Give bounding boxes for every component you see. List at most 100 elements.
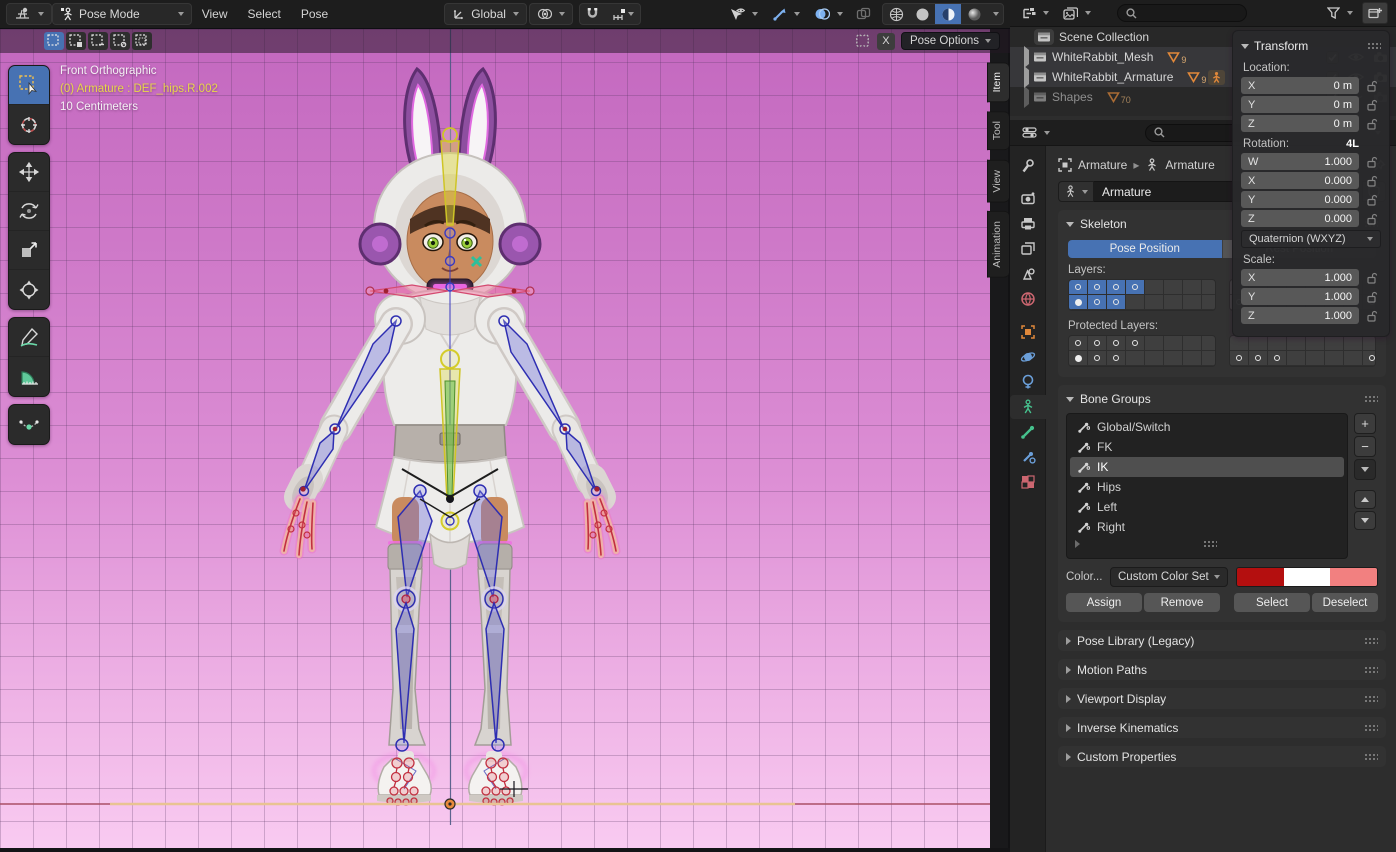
outliner-filter-id-button[interactable]: [1059, 2, 1095, 24]
menu-pose[interactable]: Pose: [291, 3, 338, 25]
layer-toggle[interactable]: [1145, 336, 1164, 351]
rotate-tool[interactable]: [9, 192, 49, 231]
rotation-y-field[interactable]: Y0.000: [1241, 191, 1359, 208]
rendered-shading-button[interactable]: [961, 3, 987, 25]
select-mode-extend[interactable]: [66, 32, 86, 50]
layer-toggle[interactable]: [1107, 336, 1126, 351]
layer-toggle[interactable]: [1230, 351, 1249, 366]
select-button[interactable]: Select: [1234, 593, 1310, 612]
lock-icon[interactable]: [1366, 118, 1378, 130]
scale-x-field[interactable]: X1.000: [1241, 269, 1359, 286]
collapsed-panel[interactable]: Motion Paths: [1058, 659, 1386, 680]
xray-toggle[interactable]: [850, 3, 876, 25]
new-collection-button[interactable]: [1362, 2, 1388, 24]
breadcrumb-object[interactable]: Armature: [1078, 158, 1127, 172]
collapsed-panel[interactable]: Viewport Display: [1058, 688, 1386, 709]
normal-color-swatch[interactable]: [1237, 568, 1284, 586]
disclosure-triangle-icon[interactable]: [1024, 70, 1029, 84]
sidebar-tab-tool[interactable]: Tool: [987, 111, 1009, 150]
layer-toggle[interactable]: [1325, 336, 1344, 351]
properties-tab-output[interactable]: [1010, 212, 1046, 236]
layer-toggle[interactable]: [1088, 280, 1107, 295]
assign-button[interactable]: Assign: [1066, 593, 1142, 612]
layer-toggle[interactable]: [1164, 280, 1183, 295]
shading-options-dropdown[interactable]: [987, 3, 1003, 25]
layer-toggle[interactable]: [1202, 351, 1216, 366]
disclosure-triangle-icon[interactable]: [1024, 50, 1029, 64]
rotation-z-field[interactable]: Z0.000: [1241, 210, 1359, 227]
scale-z-field[interactable]: Z1.000: [1241, 307, 1359, 324]
material-shading-button[interactable]: [935, 3, 961, 25]
sidebar-tab-view[interactable]: View: [987, 160, 1009, 203]
properties-tab-world[interactable]: [1010, 287, 1046, 311]
properties-tab-physics[interactable]: [1010, 345, 1046, 369]
layer-toggle[interactable]: [1145, 295, 1164, 310]
properties-tab-texture[interactable]: [1010, 470, 1046, 494]
layer-toggle[interactable]: [1202, 280, 1216, 295]
layer-toggle[interactable]: [1164, 336, 1183, 351]
layer-toggle[interactable]: [1183, 351, 1202, 366]
select-mode-intersect[interactable]: [132, 32, 152, 50]
select-mode-subtract[interactable]: [88, 32, 108, 50]
layer-toggle[interactable]: [1249, 351, 1268, 366]
layer-toggle[interactable]: [1344, 336, 1363, 351]
layer-toggle[interactable]: [1126, 351, 1145, 366]
layer-toggle[interactable]: [1088, 351, 1107, 366]
outliner-display-mode-button[interactable]: [1018, 2, 1053, 24]
layer-toggle[interactable]: [1230, 336, 1249, 351]
menu-select[interactable]: Select: [238, 3, 291, 25]
lock-icon[interactable]: [1366, 310, 1378, 322]
bone-groups-header[interactable]: Bone Groups: [1066, 389, 1378, 409]
menu-view[interactable]: View: [192, 3, 238, 25]
pivot-point-selector[interactable]: [529, 3, 573, 25]
properties-tab-tool[interactable]: [1010, 154, 1046, 178]
gizmos-toggle[interactable]: [765, 3, 807, 25]
color-set-dropdown[interactable]: Custom Color Set: [1110, 567, 1228, 587]
bone-group-item[interactable]: Right: [1070, 517, 1344, 537]
rotation-x-field[interactable]: X0.000: [1241, 172, 1359, 189]
deselect-button[interactable]: Deselect: [1312, 593, 1378, 612]
layer-toggle[interactable]: [1287, 351, 1306, 366]
mode-selector[interactable]: Pose Mode: [52, 3, 192, 25]
overlays-toggle[interactable]: [807, 3, 850, 25]
move-tool[interactable]: [9, 153, 49, 192]
bone-groups-specials-menu[interactable]: [1354, 459, 1376, 480]
bone-group-item[interactable]: IK: [1070, 457, 1344, 477]
collapsed-panel[interactable]: Pose Library (Legacy): [1058, 630, 1386, 651]
sidebar-tab-item[interactable]: Item: [987, 62, 1009, 102]
wireframe-shading-button[interactable]: [883, 3, 909, 25]
properties-tab-render[interactable]: [1010, 187, 1046, 211]
pose-position-button[interactable]: Pose Position: [1068, 240, 1222, 258]
lock-icon[interactable]: [1366, 99, 1378, 111]
scale-tool[interactable]: [9, 231, 49, 270]
measure-tool[interactable]: [9, 357, 49, 396]
select-box-tool[interactable]: [9, 66, 49, 105]
layer-toggle[interactable]: [1183, 295, 1202, 310]
layer-toggle[interactable]: [1164, 295, 1183, 310]
layer-toggle[interactable]: [1363, 336, 1377, 351]
layer-toggle[interactable]: [1287, 336, 1306, 351]
layer-toggle[interactable]: [1145, 351, 1164, 366]
scale-y-field[interactable]: Y1.000: [1241, 288, 1359, 305]
layer-toggle[interactable]: [1126, 295, 1145, 310]
location-y-field[interactable]: Y0 m: [1241, 96, 1359, 113]
layer-toggle[interactable]: [1363, 351, 1377, 366]
transform-tool[interactable]: [9, 270, 49, 309]
collapsed-panel[interactable]: Custom Properties: [1058, 746, 1386, 767]
lock-icon[interactable]: [1366, 175, 1378, 187]
sidebar-tab-animation[interactable]: Animation: [987, 211, 1009, 278]
move-group-up-button[interactable]: [1354, 490, 1376, 509]
outliner-filter-button[interactable]: [1324, 2, 1356, 24]
select-mode-invert[interactable]: [110, 32, 130, 50]
drag-grip-icon[interactable]: [1367, 42, 1381, 50]
layer-toggle[interactable]: [1306, 351, 1325, 366]
lock-icon[interactable]: [1366, 272, 1378, 284]
add-bone-group-button[interactable]: +: [1354, 413, 1376, 434]
bone-group-item[interactable]: Left: [1070, 497, 1344, 517]
remove-bone-group-button[interactable]: −: [1354, 436, 1376, 457]
editor-type-button[interactable]: [6, 3, 52, 25]
cursor-tool[interactable]: [9, 105, 49, 144]
solid-shading-button[interactable]: [909, 3, 935, 25]
lock-icon[interactable]: [1366, 80, 1378, 92]
bone-group-item[interactable]: Global/Switch: [1070, 417, 1344, 437]
